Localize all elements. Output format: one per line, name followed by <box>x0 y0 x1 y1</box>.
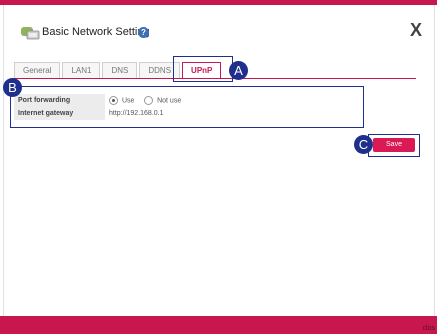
close-icon[interactable]: X <box>410 20 422 41</box>
annotation-badge-b: B <box>3 78 22 97</box>
annotation-badge-a: A <box>229 61 248 80</box>
help-icon[interactable]: ? <box>138 27 149 38</box>
network-device-icon <box>21 27 40 40</box>
dialog-title: Basic Network Setting <box>42 26 150 38</box>
footer-close-text[interactable]: clos <box>423 325 435 332</box>
dialog-window <box>3 5 435 316</box>
annotation-box-b <box>10 86 364 128</box>
tab-dns[interactable]: DNS <box>102 62 138 78</box>
annotation-box-c <box>368 134 420 157</box>
annotation-badge-c: C <box>354 135 373 154</box>
tab-lan1[interactable]: LAN1 <box>62 62 101 78</box>
annotation-box-a <box>173 56 233 82</box>
bottom-accent-bar: clos <box>0 316 437 334</box>
tab-general[interactable]: General <box>14 62 61 78</box>
